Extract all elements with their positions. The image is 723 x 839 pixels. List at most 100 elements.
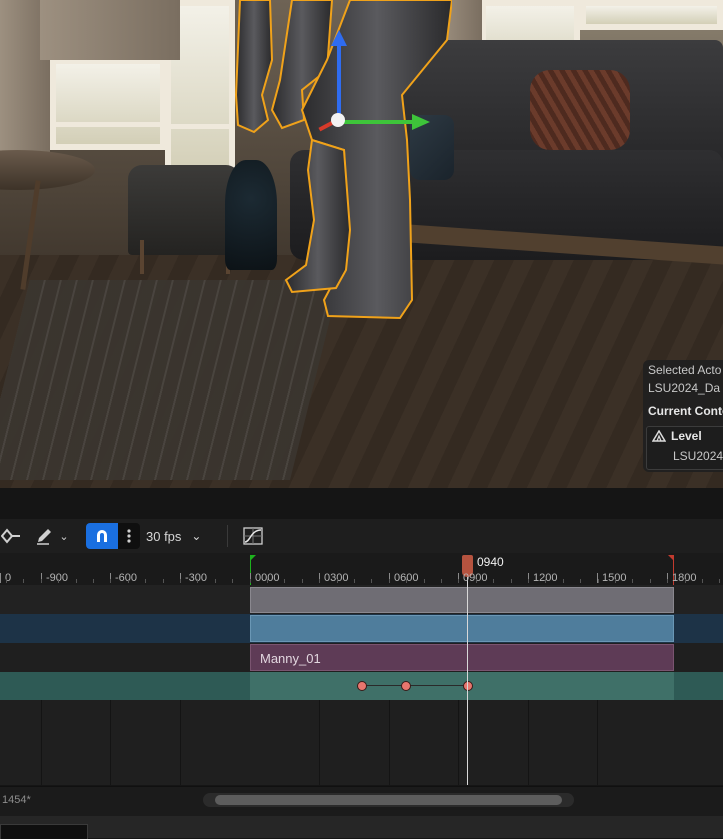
current-frame-text: 1454* [2,794,31,806]
ruler-minor-tick [128,579,129,583]
ruler-minor-tick [93,579,94,583]
ruler-minor-tick [337,579,338,583]
chair-leg [140,240,144,274]
curtain-top [40,0,180,60]
ruler-minor-tick [441,579,442,583]
snap-options-button[interactable] [118,523,140,549]
ruler-minor-tick [371,579,372,583]
kebab-menu-icon [127,529,131,543]
ruler-minor-tick [319,579,320,583]
selected-actor-label: Selected Acto [648,363,722,377]
ruler-minor-tick [650,579,651,583]
ruler-minor-tick [354,579,355,583]
level-icon [651,429,667,442]
ruler-minor-tick [76,579,77,583]
ruler-minor-tick [632,579,633,583]
level-value: LSU2024 [673,449,723,463]
bottom-tab[interactable] [0,824,88,839]
ruler-tick [0,573,1,583]
playback-end-flag-icon [668,555,674,561]
ruler-minor-tick [302,579,303,583]
level-viewport[interactable]: Selected Acto LSU2024_Da Current Conte L… [0,0,723,488]
curve-editor-icon [243,527,263,545]
keyframe-dot[interactable] [463,681,473,691]
playback-start-flag-icon [250,555,256,561]
curve-editor-button[interactable] [240,523,266,549]
ruler-minor-tick [476,579,477,583]
ruler-minor-tick [563,579,564,583]
track-section-1[interactable] [250,587,674,613]
ruler-minor-tick [545,579,546,583]
keyframe-dot[interactable] [401,681,411,691]
ruler-minor-tick [406,579,407,583]
armchair [128,165,240,255]
edit-mode-dropdown[interactable]: ⌄ [32,523,72,549]
animation-section-manny[interactable]: Manny_01 [250,644,674,671]
panel-divider [0,488,723,519]
gizmo-y-axis[interactable] [340,120,415,124]
gizmo-center-handle[interactable] [331,113,345,127]
ruler-minor-tick [528,579,529,583]
ruler-minor-tick [458,579,459,583]
fps-label: 30 fps [146,528,182,544]
ruler-minor-tick [389,579,390,583]
ruler-minor-tick [685,579,686,583]
selected-actor-manny[interactable] [232,0,452,320]
ruler-minor-tick [250,579,251,583]
ruler-minor-tick [6,579,7,583]
current-context-label: Current Conte [648,404,723,418]
ruler-minor-tick [41,579,42,583]
sequencer-toolbar: ⌄ 30 fps ⌄ [0,519,723,554]
level-label: Level [671,429,702,443]
ruler-minor-tick [284,579,285,583]
bottom-strip [0,816,723,838]
keyframe-track-section[interactable] [250,672,674,700]
gizmo-z-arrow-icon[interactable] [331,30,347,46]
playhead-frame-label: 0940 [477,555,504,569]
details-panel: Selected Acto LSU2024_Da Current Conte L… [643,360,723,472]
ruler-minor-tick [163,579,164,583]
toolbar-separator [227,525,228,547]
ruler-minor-tick [493,579,494,583]
horizontal-scrollbar-thumb[interactable] [215,795,562,805]
frame-rate-dropdown[interactable]: 30 fps ⌄ [146,523,201,549]
ruler-minor-tick [58,579,59,583]
window-left [50,58,166,150]
keyframe-link-line [362,685,468,686]
track-section-2[interactable] [250,615,674,642]
ruler-minor-tick [719,579,720,583]
magnet-icon [97,530,107,542]
key-transform-button[interactable] [0,523,22,549]
key-icon [1,528,20,544]
gizmo-y-arrow-icon[interactable] [412,114,430,130]
ruler-minor-tick [424,579,425,583]
ruler-minor-tick [110,579,111,583]
ruler-minor-tick [145,579,146,583]
sofa-throw [530,70,630,150]
ruler-minor-tick [215,579,216,583]
ruler-minor-tick [598,579,599,583]
animation-section-label: Manny_01 [260,651,321,666]
gizmo-z-axis[interactable] [337,40,341,120]
ruler-minor-tick [580,579,581,583]
ruler-tick-label: -600 [115,572,138,584]
snap-toggle-group [86,523,140,549]
ruler-minor-tick [23,579,24,583]
pencil-icon [37,529,52,545]
ruler-minor-tick [267,579,268,583]
snap-toggle-button[interactable] [86,523,118,549]
level-box[interactable]: Level LSU2024 [646,426,723,470]
playhead-line[interactable] [467,555,468,785]
ruler-minor-tick [197,579,198,583]
ruler-minor-tick [702,579,703,583]
side-table [0,150,95,190]
window-right-2 [580,0,723,30]
ruler-minor-tick [232,579,233,583]
ruler-minor-tick [180,579,181,583]
ruler-minor-tick [615,579,616,583]
ruler-minor-tick [511,579,512,583]
actor-name: LSU2024_Da [648,381,721,395]
ruler-minor-tick [667,579,668,583]
chevron-down-icon: ⌄ [191,529,202,543]
keyframe-dot[interactable] [357,681,367,691]
